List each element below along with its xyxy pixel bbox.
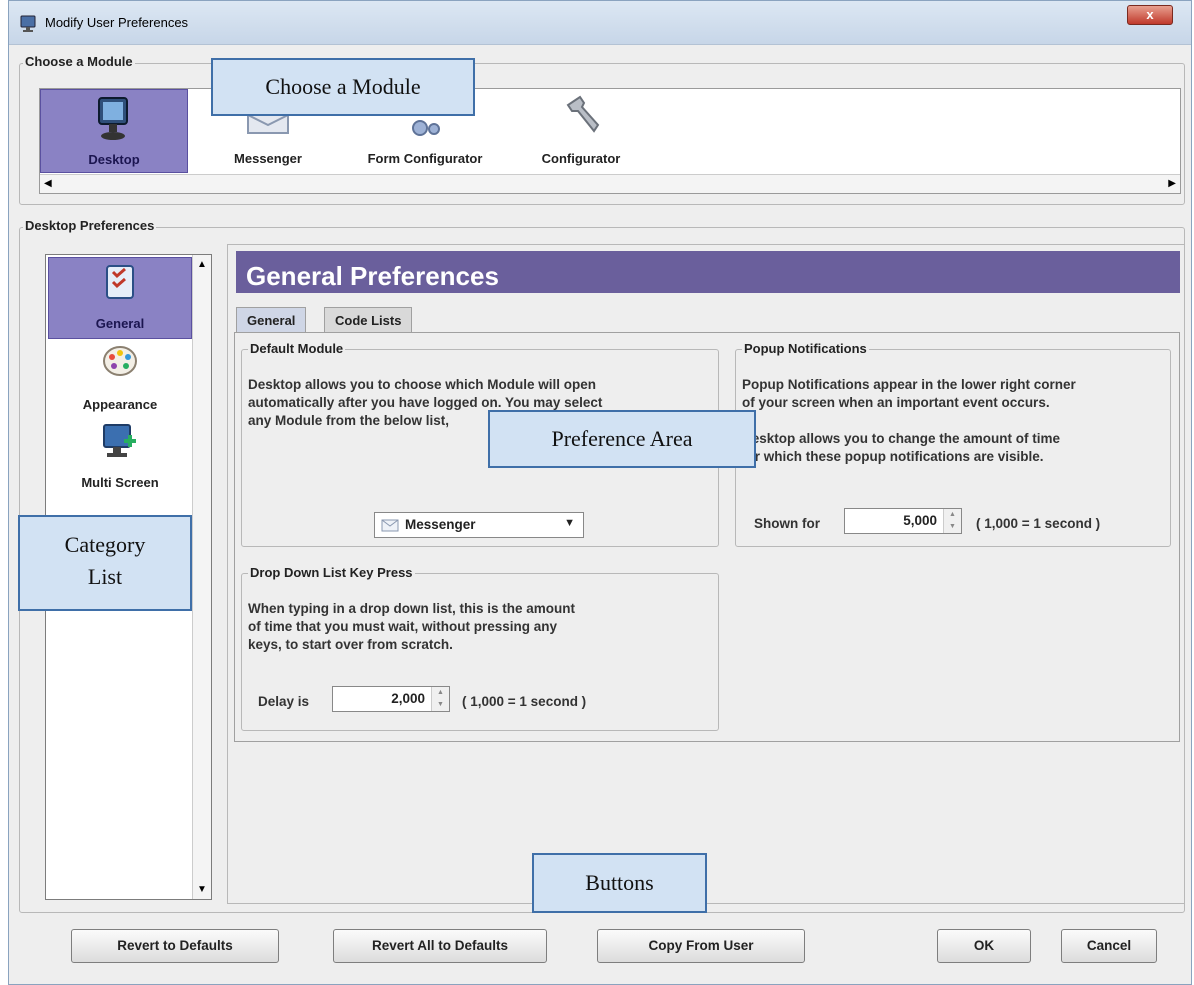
scroll-down-icon[interactable]: ▼ (197, 884, 207, 895)
callout-choose-module: Choose a Module (211, 58, 475, 116)
copy-from-user-button[interactable]: Copy From User (597, 929, 805, 963)
scroll-right-icon[interactable]: ▶ (1168, 178, 1176, 189)
shown-for-label: Shown for (754, 516, 820, 531)
category-label: General (95, 316, 145, 331)
palette-icon (103, 346, 137, 376)
window-title: Modify User Preferences (45, 15, 189, 30)
callout-category-list: Category List (18, 515, 192, 611)
category-scrollbar[interactable]: ▲ ▼ (192, 255, 211, 899)
module-configurator[interactable]: Configurator (516, 89, 646, 173)
dropdown-keypress-group: Drop Down List Key Press When typing in … (241, 565, 719, 731)
app-monitor-icon (19, 15, 37, 38)
callout-buttons: Buttons (532, 853, 707, 913)
module-desktop[interactable]: Desktop (40, 89, 188, 173)
gears-icon (412, 120, 440, 136)
checklist-icon (106, 265, 134, 299)
revert-to-defaults-button[interactable]: Revert to Defaults (71, 929, 279, 963)
module-label: Form Configurator (367, 151, 483, 166)
popup-notifications-group: Popup Notifications Popup Notifications … (735, 341, 1171, 547)
default-module-select[interactable]: Messenger ▼ (374, 512, 584, 538)
tab-general[interactable]: General (236, 307, 307, 333)
shown-for-unit-note: ( 1,000 = 1 second ) (976, 516, 1101, 531)
spin-up-icon[interactable]: ▲ (944, 509, 961, 521)
category-appearance[interactable]: Appearance (48, 339, 192, 421)
module-label: Desktop (88, 152, 140, 167)
preferences-window: Modify User Preferences x Choose a Modul… (8, 0, 1192, 985)
envelope-icon (381, 519, 399, 532)
delay-unit-note: ( 1,000 = 1 second ) (462, 694, 587, 709)
category-label: Multi Screen (81, 475, 159, 490)
scroll-left-icon[interactable]: ◀ (44, 178, 52, 189)
envelope-icon (247, 114, 289, 134)
revert-all-to-defaults-button[interactable]: Revert All to Defaults (333, 929, 547, 963)
spin-down-icon[interactable]: ▼ (432, 699, 449, 711)
spinner-buttons[interactable]: ▲ ▼ (943, 509, 961, 533)
default-module-legend: Default Module (248, 341, 346, 356)
tab-code-lists[interactable]: Code Lists (324, 307, 413, 332)
module-label: Configurator (541, 151, 621, 166)
wrench-icon (566, 95, 600, 133)
popup-description: Popup Notifications appear in the lower … (742, 377, 1076, 464)
preference-header: General Preferences (236, 251, 1180, 293)
preference-panel: General Preferences General Code Lists D… (227, 244, 1185, 904)
module-scrollbar[interactable]: ◀ ▶ (40, 174, 1180, 193)
dropdown-keypress-legend: Drop Down List Key Press (248, 565, 415, 580)
close-icon: x (1146, 7, 1154, 22)
shown-for-value: 5,000 (903, 513, 937, 528)
spin-up-icon[interactable]: ▲ (432, 687, 449, 699)
chevron-down-icon: ▼ (564, 517, 575, 529)
category-multi-screen[interactable]: Multi Screen (48, 417, 192, 499)
default-module-value: Messenger (405, 517, 476, 532)
cancel-button[interactable]: Cancel (1061, 929, 1157, 963)
category-general[interactable]: General (48, 257, 192, 339)
title-bar: Modify User Preferences x (9, 1, 1191, 45)
callout-preference-area: Preference Area (488, 410, 756, 468)
popup-notifications-legend: Popup Notifications (742, 341, 869, 356)
desktop-preferences-legend: Desktop Preferences (23, 218, 157, 233)
monitor-plus-icon (103, 424, 136, 457)
scroll-up-icon[interactable]: ▲ (197, 259, 207, 270)
spinner-buttons[interactable]: ▲ ▼ (431, 687, 449, 711)
category-label: Appearance (82, 397, 158, 412)
spin-down-icon[interactable]: ▼ (944, 521, 961, 533)
delay-value: 2,000 (391, 691, 425, 706)
dropdown-keypress-description: When typing in a drop down list, this is… (248, 601, 575, 652)
monitor-icon (98, 97, 128, 140)
module-label: Messenger (234, 151, 302, 166)
module-group-legend: Choose a Module (23, 54, 135, 69)
delay-label: Delay is (258, 694, 310, 709)
ok-button[interactable]: OK (937, 929, 1031, 963)
tab-content: Default Module Desktop allows you to cho… (234, 332, 1180, 742)
close-button[interactable]: x (1127, 5, 1173, 25)
shown-for-spinner[interactable]: 5,000 ▲ ▼ (844, 508, 962, 534)
delay-spinner[interactable]: 2,000 ▲ ▼ (332, 686, 450, 712)
